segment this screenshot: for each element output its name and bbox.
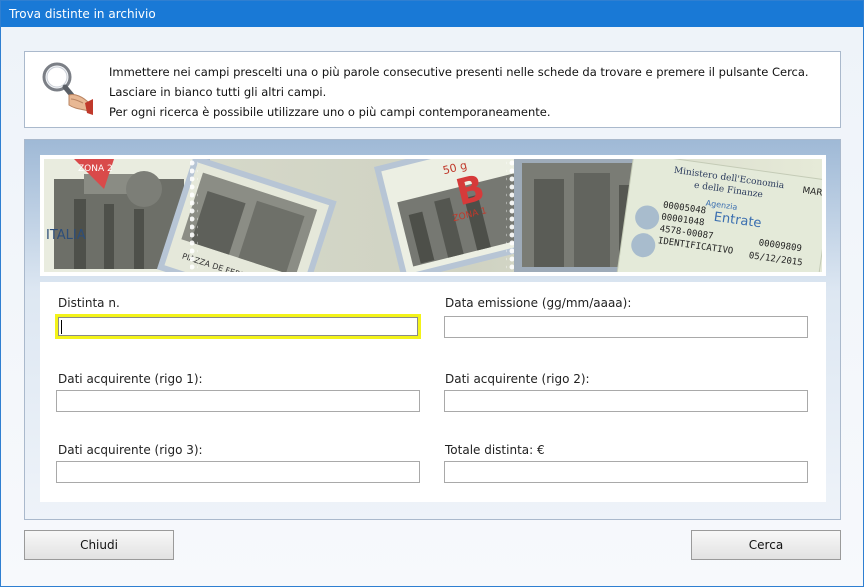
fiscal-document: Ministero dell'Economia e delle Finanze … — [614, 159, 822, 272]
instructions-box: Immettere nei campi prescelti una o più … — [24, 51, 841, 128]
search-button[interactable]: Cerca — [691, 530, 841, 560]
totale-input[interactable] — [444, 461, 808, 483]
distinta-input[interactable] — [55, 314, 421, 339]
instruction-line-3: Per ogni ricerca è possibile utilizzare … — [109, 105, 551, 119]
text-caret — [61, 320, 62, 334]
stamps-banner-image: ZONA 2 ITALIA PIAZZA DE FERRARI - GENOVA — [40, 155, 826, 276]
stamp-zone2-text: ZONA 2 — [78, 164, 113, 174]
instruction-line-1: Immettere nei campi prescelti una o più … — [109, 65, 809, 79]
dialog-client-area: Immettere nei campi prescelti una o più … — [1, 27, 863, 586]
acquirente1-label: Dati acquirente (rigo 1): — [58, 372, 203, 386]
instructions-text: Immettere nei campi prescelti una o più … — [109, 62, 829, 122]
search-form-panel: ZONA 2 ITALIA PIAZZA DE FERRARI - GENOVA — [24, 139, 841, 520]
dialog-window: Trova distinte in archivio Immettere nei… — [0, 0, 864, 587]
stamps-banner-illustration: ZONA 2 ITALIA PIAZZA DE FERRARI - GENOVA — [44, 159, 822, 272]
close-button[interactable]: Chiudi — [24, 530, 174, 560]
acquirente2-label: Dati acquirente (rigo 2): — [445, 372, 590, 386]
acquirente3-input[interactable] — [56, 461, 420, 483]
search-fields-area: Distinta n. Data emissione (gg/mm/aaaa):… — [40, 282, 826, 502]
data-emissione-input[interactable] — [444, 316, 808, 338]
acquirente3-label: Dati acquirente (rigo 3): — [58, 443, 203, 457]
acquirente1-input[interactable] — [56, 390, 420, 412]
stamp-country-left: ITALIA — [46, 228, 86, 243]
magnifier-hand-icon — [42, 62, 93, 115]
distinta-label: Distinta n. — [58, 296, 120, 310]
data-emissione-label: Data emissione (gg/mm/aaaa): — [445, 296, 632, 310]
instruction-line-2: Lasciare in bianco tutti gli altri campi… — [109, 85, 327, 99]
totale-label: Totale distinta: € — [445, 443, 545, 457]
acquirente2-input[interactable] — [444, 390, 808, 412]
window-title: Trova distinte in archivio — [1, 1, 863, 27]
